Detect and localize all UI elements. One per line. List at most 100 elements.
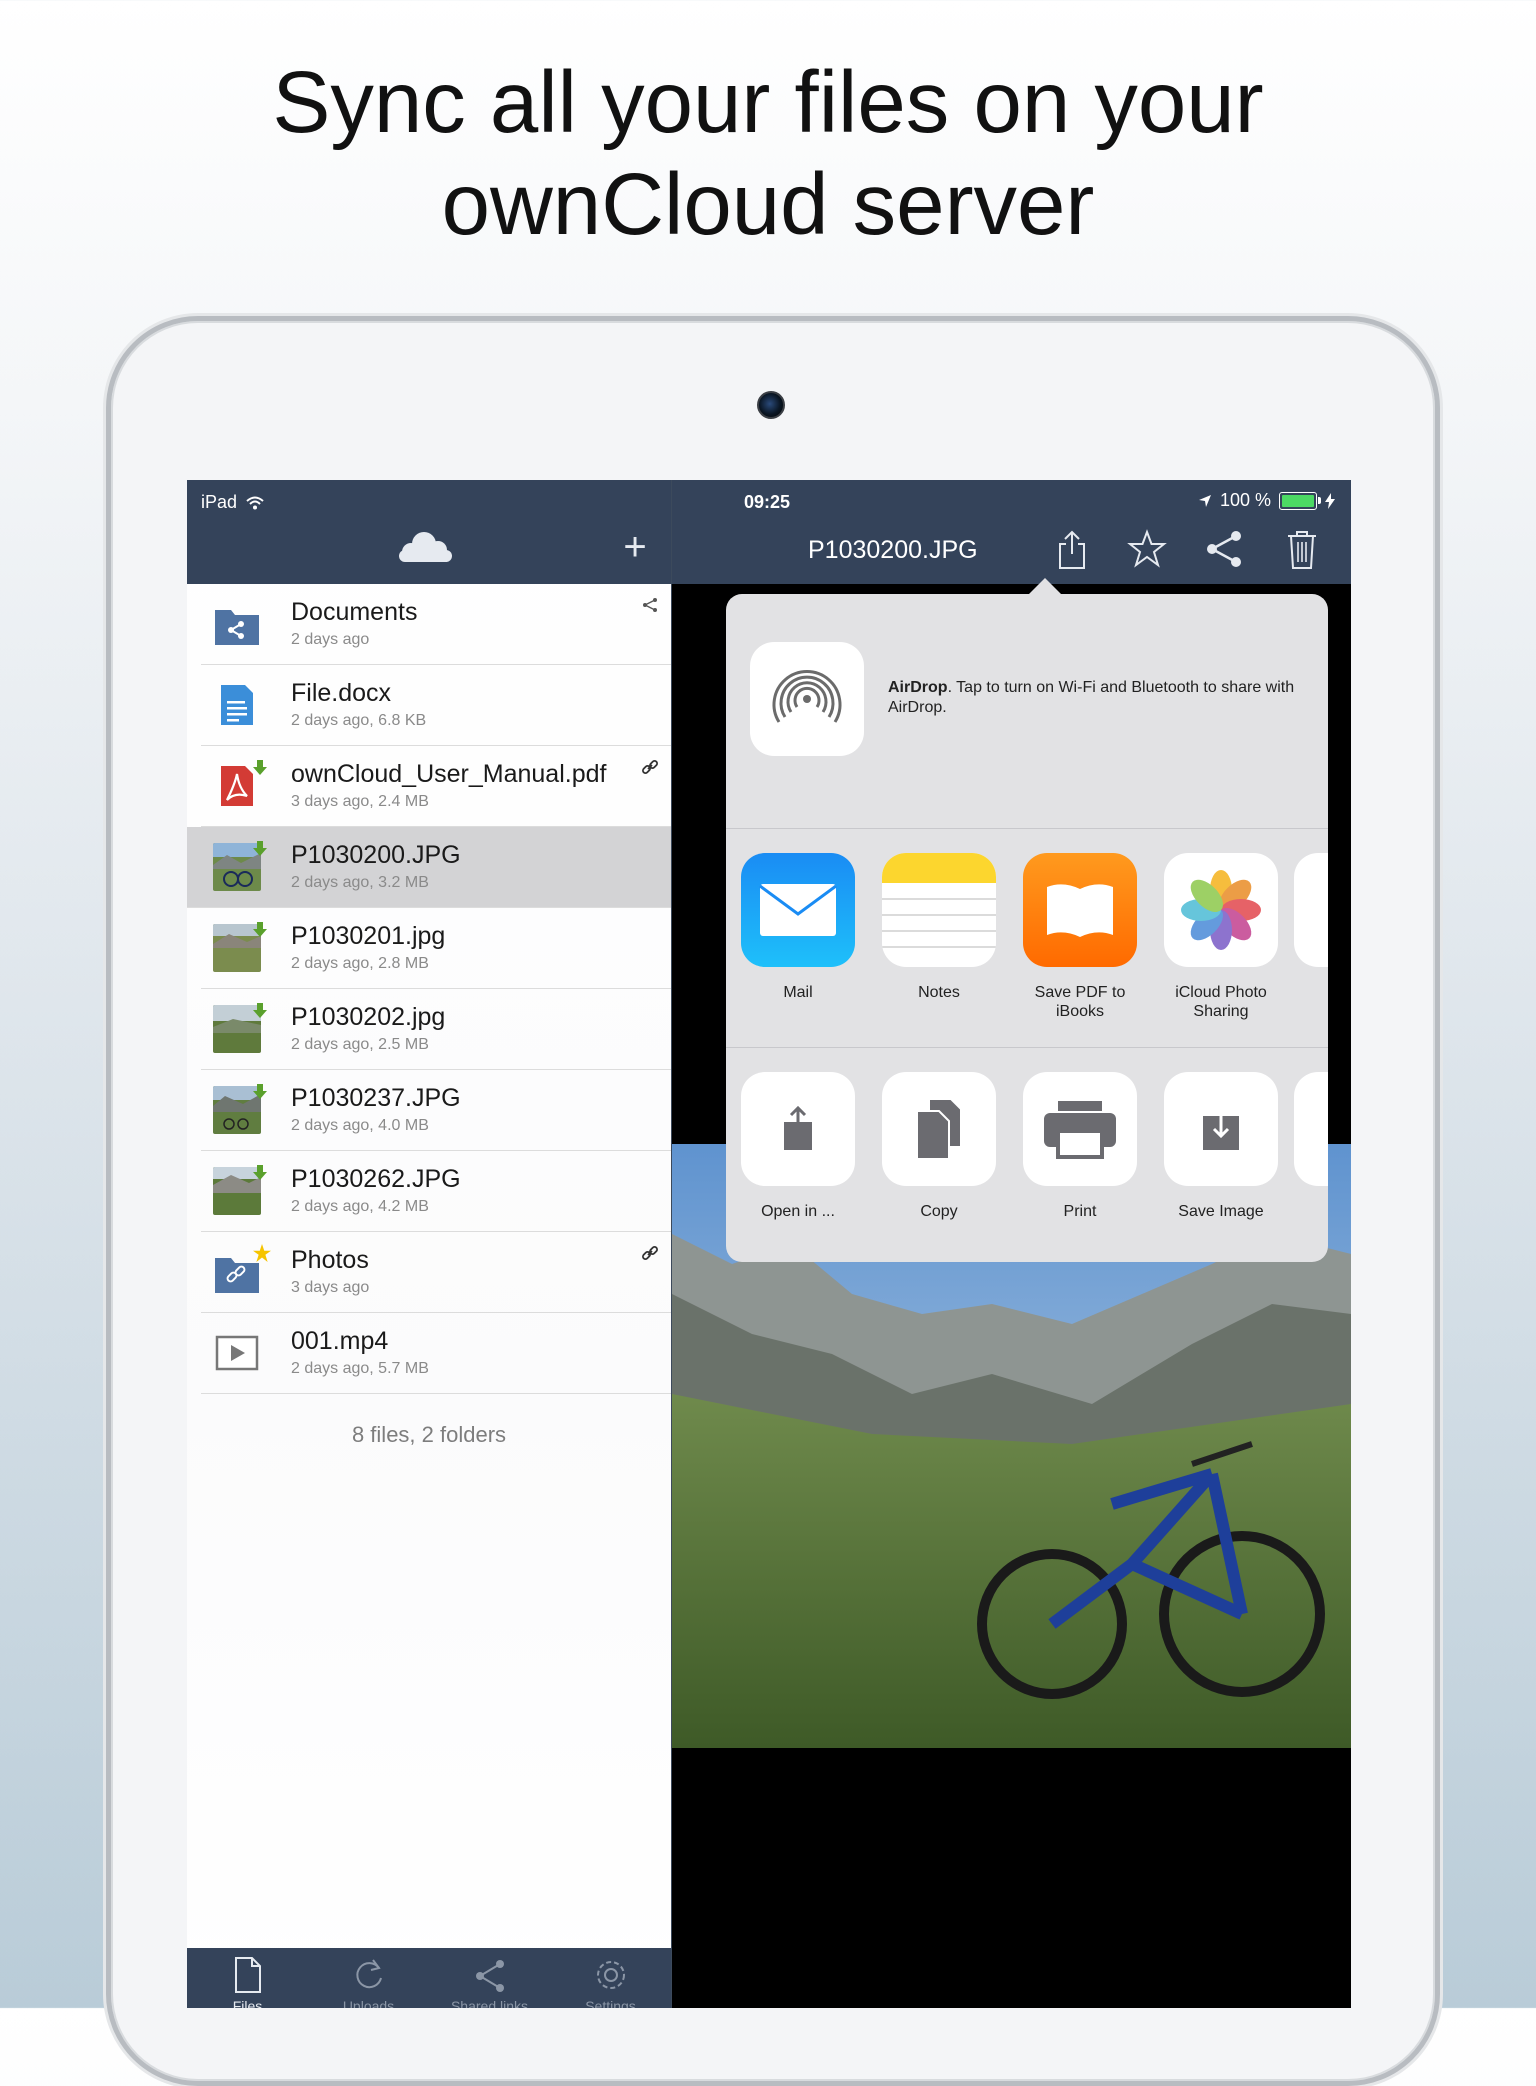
share-label: Save Image <box>1178 1203 1264 1220</box>
downloaded-arrow-icon <box>253 922 267 937</box>
location-arrow-icon <box>1198 494 1211 507</box>
share-icon[interactable] <box>1204 528 1244 570</box>
file-list: Documents 2 days ago File.docx 2 days ag… <box>187 584 671 1448</box>
share-label: Open in ... <box>761 1203 835 1220</box>
refresh-icon <box>355 1959 382 1989</box>
downloaded-arrow-icon <box>253 1084 267 1099</box>
list-summary: 8 files, 2 folders <box>351 1422 507 1447</box>
charging-bolt-icon <box>1325 492 1335 509</box>
status-bar-right: 100 % <box>1198 490 1335 511</box>
share-app-icloud-photo[interactable]: iCloud Photo Sharing <box>1151 853 1291 1021</box>
viewer-header: 09:25 100 % P1030200.JPG <box>672 480 1351 584</box>
airdrop-body: . Tap to turn on Wi-Fi and Bluetooth to … <box>888 679 1295 716</box>
tab-label: Shared links <box>450 1998 529 2008</box>
file-meta: 2 days ago, 4.2 MB <box>291 1198 429 1215</box>
share-label: Print <box>1063 1203 1097 1220</box>
share-app-more[interactable] <box>1294 853 1328 967</box>
file-name: P1030262.JPG <box>291 1165 461 1193</box>
trash-icon[interactable] <box>1282 528 1322 570</box>
favorite-star-icon <box>253 1244 271 1262</box>
list-item[interactable]: P1030262.JPG 2 days ago, 4.2 MB <box>201 1151 671 1232</box>
action-open-in[interactable]: Open in ... <box>728 1072 868 1221</box>
file-browser-header: iPad + <box>187 480 671 584</box>
airdrop-section: AirDrop. Tap to turn on Wi-Fi and Blueto… <box>726 594 1328 829</box>
link-icon[interactable] <box>641 758 659 776</box>
file-name: ownCloud_User_Manual.pdf <box>291 760 607 788</box>
file-meta: 2 days ago, 2.5 MB <box>291 1036 429 1053</box>
downloaded-arrow-icon <box>253 1165 267 1180</box>
star-icon[interactable] <box>1127 528 1167 570</box>
file-icon <box>234 1957 261 1993</box>
share-label: Copy <box>920 1203 958 1220</box>
status-bar-left: iPad <box>201 492 265 513</box>
list-item[interactable]: Documents 2 days ago <box>201 584 671 665</box>
tab-label: Files <box>232 1998 263 2008</box>
list-item[interactable]: P1030201.jpg 2 days ago, 2.8 MB <box>201 908 671 989</box>
file-browser-pane: iPad + Documents 2 days ago File.docx 2 … <box>187 480 672 2008</box>
list-item[interactable]: P1030237.JPG 2 days ago, 4.0 MB <box>201 1070 671 1151</box>
action-save-image[interactable]: Save Image <box>1151 1072 1291 1221</box>
headline-line-1: Sync all your files on your <box>272 54 1264 151</box>
share-app-ibooks[interactable]: Save PDF to iBooks <box>1010 853 1150 1021</box>
tab-label: Uploads <box>342 1998 395 2008</box>
airdrop-title: AirDrop <box>888 679 948 696</box>
tab-settings[interactable]: Settings <box>550 1948 671 2008</box>
battery-icon <box>1279 491 1321 510</box>
share-apps-row: Mail Notes Save PDF to iBooks iCloud Pho… <box>726 829 1328 1048</box>
owncloud-logo-icon <box>399 532 452 562</box>
share-icon <box>475 1960 504 1992</box>
action-copy[interactable]: Copy <box>869 1072 1009 1221</box>
list-item[interactable]: 001.mp4 2 days ago, 5.7 MB <box>201 1313 671 1394</box>
tab-uploads[interactable]: Uploads <box>308 1948 429 2008</box>
document-icon <box>221 685 253 725</box>
file-viewer-pane: 09:25 100 % P1030200.JPG AirDrop. Tap to… <box>672 480 1351 2008</box>
shared-folder-icon <box>215 610 259 645</box>
file-meta: 2 days ago, 2.8 MB <box>291 955 429 972</box>
file-name: Documents <box>291 598 418 626</box>
headline-line-2: ownCloud server <box>441 156 1095 253</box>
device-label: iPad <box>201 492 238 512</box>
action-share-icon[interactable] <box>1052 528 1092 570</box>
share-app-notes[interactable]: Notes <box>869 853 1009 1002</box>
airdrop-icon <box>772 670 842 723</box>
share-label: iCloud Photo Sharing <box>1175 984 1267 1020</box>
action-print[interactable]: Print <box>1010 1072 1150 1221</box>
share-icon[interactable] <box>641 596 659 614</box>
wifi-icon <box>246 496 264 509</box>
tab-files[interactable]: Files <box>187 1948 308 2008</box>
list-item[interactable]: ownCloud_User_Manual.pdf 3 days ago, 2.4… <box>201 746 671 827</box>
file-meta: 3 days ago, 2.4 MB <box>291 793 429 810</box>
file-name: File.docx <box>291 679 392 707</box>
share-sheet: AirDrop. Tap to turn on Wi-Fi and Blueto… <box>726 594 1328 1262</box>
open-in-icon <box>741 1072 855 1186</box>
share-label: Save PDF to iBooks <box>1034 984 1126 1020</box>
ibooks-icon <box>1023 853 1137 967</box>
file-meta: 2 days ago, 5.7 MB <box>291 1360 429 1377</box>
save-image-icon <box>1164 1072 1278 1186</box>
share-label: Mail <box>783 984 813 1001</box>
status-time: 09:25 <box>744 492 791 512</box>
viewer-title: P1030200.JPG <box>808 536 978 564</box>
file-name: P1030202.jpg <box>291 1003 446 1031</box>
share-app-mail[interactable]: Mail <box>728 853 868 1002</box>
gear-icon <box>596 1961 625 1989</box>
tab-bar: Files Uploads Shared links Settings <box>187 1948 671 2008</box>
file-meta: 2 days ago, 4.0 MB <box>291 1117 429 1134</box>
add-button[interactable]: + <box>617 527 653 567</box>
marketing-headline: Sync all your files on your ownCloud ser… <box>0 52 1536 256</box>
file-name: 001.mp4 <box>291 1327 389 1355</box>
video-icon <box>215 1335 259 1371</box>
airdrop-button[interactable] <box>750 642 864 756</box>
airdrop-description: AirDrop. Tap to turn on Wi-Fi and Blueto… <box>888 678 1308 718</box>
file-meta: 2 days ago, 6.8 KB <box>291 712 427 729</box>
tab-shared-links[interactable]: Shared links <box>429 1948 550 2008</box>
list-item[interactable]: File.docx 2 days ago, 6.8 KB <box>201 665 671 746</box>
list-item[interactable]: P1030202.jpg 2 days ago, 2.5 MB <box>201 989 671 1070</box>
downloaded-arrow-icon <box>253 760 267 775</box>
list-item[interactable]: Photos 3 days ago <box>201 1232 671 1313</box>
action-more[interactable] <box>1294 1072 1328 1186</box>
link-icon[interactable] <box>641 1244 659 1262</box>
downloaded-arrow-icon <box>253 1003 267 1018</box>
battery-percent: 100 % <box>1219 490 1271 510</box>
list-item[interactable]: P1030200.JPG 2 days ago, 3.2 MB <box>187 827 671 908</box>
